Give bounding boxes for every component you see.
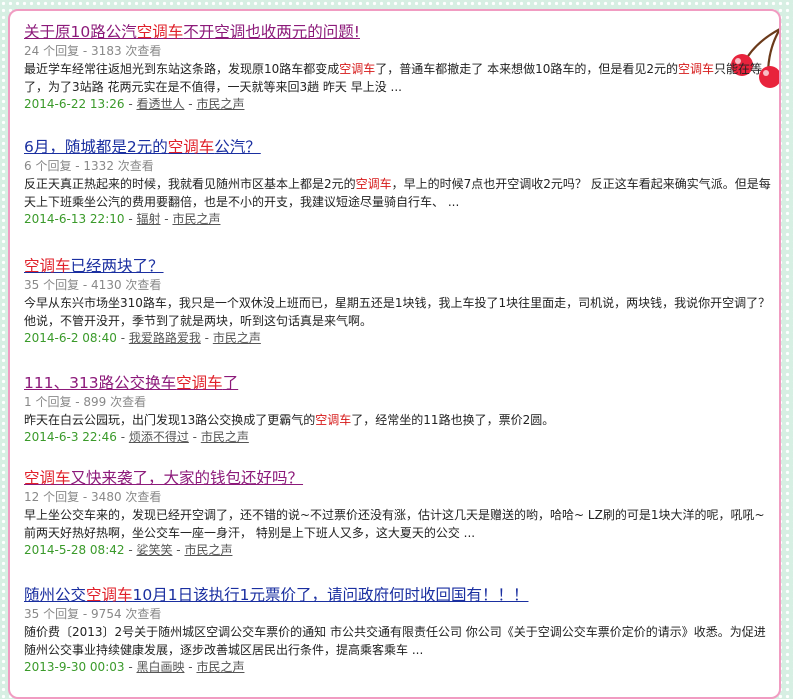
result-title-link[interactable]: 关于原10路公汽空调车不开空调也收两元的问题! — [24, 21, 776, 43]
result-stats: 35 个回复 - 9754 次查看 — [24, 607, 162, 621]
snippet-keyword: 空调车 — [355, 177, 392, 191]
result-item: 6月，随城都是2元的空调车公汽？ 6 个回复 - 1332 次查看 反正天真正热起来… — [24, 136, 776, 228]
author-link[interactable]: 看透世人 — [136, 97, 184, 111]
result-stats: 35 个回复 - 4130 次查看 — [24, 278, 162, 292]
separator: - — [116, 430, 129, 444]
snippet-text: 了，经常坐的11路也换了，票价2圆。 — [351, 413, 555, 427]
result-date: 2014-6-3 22:46 — [24, 430, 117, 444]
result-date: 2014-5-28 08:42 — [24, 543, 125, 557]
results-panel: 关于原10路公汽空调车不开空调也收两元的问题! 24 个回复 - 3183 次查看… — [8, 9, 781, 699]
author-link[interactable]: 烦添不得过 — [129, 430, 189, 444]
result-title-link[interactable]: 6月，随城都是2元的空调车公汽？ — [24, 136, 776, 158]
author-link[interactable]: 我爱路路爱我 — [129, 331, 201, 345]
result-footer: 2014-6-22 13:26 - 看透世人 - 市民之声 — [24, 96, 776, 113]
watermark — [776, 670, 780, 683]
board-link[interactable]: 市民之声 — [196, 660, 244, 674]
snippet-text: 随价费〔2013〕2号关于随州城区空调公交车票价的通知 市公共交通有限责任公司 … — [24, 625, 766, 657]
result-item: 空调车又快来袭了，大家的钱包还好吗？ 12 个回复 - 3480 次查看 早上坐公交… — [24, 467, 776, 559]
result-stats: 6 个回复 - 1332 次查看 — [24, 159, 154, 173]
title-text: 10月1日该执行1元票价了，请问政府何时收回国有！！！ — [132, 586, 529, 604]
title-keyword: 空调车 — [136, 23, 184, 41]
title-keyword: 空调车 — [176, 374, 223, 392]
snippet-text: 了，普通车都撤走了 本来想做10路车的，但是看见2元的 — [375, 62, 679, 76]
result-footer: 2014-5-28 08:42 - 娑笑笑 - 市民之声 — [24, 542, 776, 559]
title-text: 不开空调也收两元的问题! — [183, 23, 360, 41]
author-link[interactable]: 黑白画映 — [136, 660, 184, 674]
snippet-text: 昨天在白云公园玩，出门发现13路公交换成了更霸气的 — [24, 413, 316, 427]
snippet-keyword: 空调车 — [339, 62, 376, 76]
title-keyword: 空调车 — [86, 586, 133, 604]
result-snippet: 昨天在白云公园玩，出门发现13路公交换成了更霸气的空调车了，经常坐的11路也换了… — [24, 411, 776, 429]
board-link[interactable]: 市民之声 — [213, 331, 261, 345]
result-snippet: 反正天真正热起来的时候，我就看见随州市区基本上都是2元的空调车，早上的时候7点也… — [24, 175, 776, 211]
result-item: 空调车已经两块了？ 35 个回复 - 4130 次查看 今早从东兴市场坐310路车，… — [24, 255, 776, 347]
result-snippet: 随价费〔2013〕2号关于随州城区空调公交车票价的通知 市公共交通有限责任公司 … — [24, 623, 776, 659]
title-text: 已经两块了？ — [70, 257, 164, 275]
result-date: 2014-6-13 22:10 — [24, 212, 125, 226]
result-stats: 12 个回复 - 3480 次查看 — [24, 490, 162, 504]
snippet-keyword: 空调车 — [315, 413, 352, 427]
title-keyword: 空调车 — [24, 469, 71, 487]
title-keyword: 空调车 — [167, 138, 215, 156]
title-text: 关于原10路公汽 — [24, 23, 137, 41]
separator: - — [184, 97, 197, 111]
separator: - — [124, 660, 137, 674]
title-text: 随州公交 — [24, 586, 87, 604]
snippet-text: 最近学车经常往返旭光到东站这条路，发现原10路车都变成 — [24, 62, 340, 76]
result-title-link[interactable]: 111、313路公交换车空调车了 — [24, 372, 776, 394]
board-link[interactable]: 市民之声 — [196, 97, 244, 111]
result-snippet: 早上坐公交车来的，发现已经开空调了，还不错的说~不过票价还没有涨，估计这几天是赠… — [24, 506, 776, 542]
result-footer: 2013-9-30 00:03 - 黑白画映 - 市民之声 — [24, 659, 776, 676]
result-snippet: 今早从东兴市场坐310路车，我只是一个双休没上班而已，星期五还是1块钱，我上车投… — [24, 294, 776, 330]
result-footer: 2014-6-2 08:40 - 我爱路路爱我 - 市民之声 — [24, 330, 776, 347]
board-link[interactable]: 市民之声 — [172, 212, 220, 226]
title-text: 又快来袭了，大家的钱包还好吗？ — [70, 469, 304, 487]
snippet-keyword: 空调车 — [678, 62, 715, 76]
title-text: 6月，随城都是2元的 — [24, 138, 168, 156]
result-item: 随州公交空调车10月1日该执行1元票价了，请问政府何时收回国有！！！ 35 个回复… — [24, 584, 776, 676]
title-text: 公汽？ — [214, 138, 261, 156]
snippet-text: 今早从东兴市场坐310路车，我只是一个双休没上班而已，星期五还是1块钱，我上车投… — [24, 296, 771, 328]
result-title-link[interactable]: 空调车已经两块了？ — [24, 255, 776, 277]
result-date: 2014-6-2 08:40 — [24, 331, 117, 345]
result-title-link[interactable]: 随州公交空调车10月1日该执行1元票价了，请问政府何时收回国有！！！ — [24, 584, 776, 606]
author-link[interactable]: 辐射 — [136, 212, 160, 226]
separator: - — [184, 660, 197, 674]
title-text: 111、313路公交换车 — [24, 374, 177, 392]
result-item: 111、313路公交换车空调车了 1 个回复 - 899 次查看 昨天在白云公园玩，… — [24, 372, 776, 446]
board-link[interactable]: 市民之声 — [201, 430, 249, 444]
result-item: 关于原10路公汽空调车不开空调也收两元的问题! 24 个回复 - 3183 次查看… — [24, 21, 776, 113]
result-title-link[interactable]: 空调车又快来袭了，大家的钱包还好吗？ — [24, 467, 776, 489]
separator: - — [116, 331, 129, 345]
result-footer: 2014-6-13 22:10 - 辐射 - 市民之声 — [24, 211, 776, 228]
result-snippet: 最近学车经常往返旭光到东站这条路，发现原10路车都变成空调车了，普通车都撤走了 … — [24, 60, 776, 96]
separator: - — [188, 430, 201, 444]
board-link[interactable]: 市民之声 — [184, 543, 232, 557]
result-date: 2013-9-30 00:03 — [24, 660, 125, 674]
result-stats: 1 个回复 - 899 次查看 — [24, 395, 147, 409]
separator: - — [172, 543, 185, 557]
title-text: 了 — [222, 374, 239, 392]
separator: - — [200, 331, 213, 345]
separator: - — [124, 97, 137, 111]
title-keyword: 空调车 — [24, 257, 71, 275]
separator: - — [124, 212, 137, 226]
separator: - — [124, 543, 137, 557]
separator: - — [160, 212, 173, 226]
snippet-text: 反正天真正热起来的时候，我就看见随州市区基本上都是2元的 — [24, 177, 356, 191]
author-link[interactable]: 娑笑笑 — [136, 543, 172, 557]
result-footer: 2014-6-3 22:46 - 烦添不得过 - 市民之声 — [24, 429, 776, 446]
snippet-text: 早上坐公交车来的，发现已经开空调了，还不错的说~不过票价还没有涨，估计这几天是赠… — [24, 508, 765, 540]
result-stats: 24 个回复 - 3183 次查看 — [24, 44, 162, 58]
result-date: 2014-6-22 13:26 — [24, 97, 125, 111]
